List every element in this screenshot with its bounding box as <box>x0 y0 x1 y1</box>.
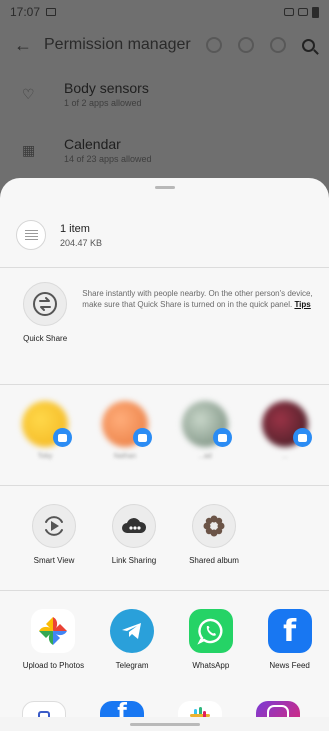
utility-targets: Smart View Link Sharing Shared album <box>0 486 329 590</box>
wifi-icon <box>284 8 294 16</box>
permission-title: Calendar <box>64 136 121 152</box>
telegram-button[interactable]: Telegram <box>93 609 172 701</box>
contact-1[interactable]: Nathan <box>102 401 152 485</box>
quick-share-label: Quick Share <box>23 334 68 343</box>
contact-name: Toby <box>37 453 53 460</box>
whatsapp-icon[interactable] <box>188 609 233 653</box>
file-thumbnail <box>16 220 46 250</box>
permission-subtitle: 1 of 2 apps allowed <box>64 98 142 108</box>
app-label: Smart View <box>33 556 75 565</box>
app-label: News Feed <box>269 661 310 670</box>
contact-name: ...ad <box>198 453 212 460</box>
tips-link[interactable]: Tips <box>294 300 310 309</box>
google-photos-icon[interactable] <box>31 609 76 653</box>
telegram-icon[interactable] <box>110 609 155 653</box>
app-label: Telegram <box>115 661 149 670</box>
contact-2[interactable]: ...ad <box>182 401 232 485</box>
facebook-icon[interactable]: f <box>267 609 312 653</box>
calendar-icon: ▦ <box>22 142 36 158</box>
app-label: Link Sharing <box>111 556 157 565</box>
search-icon[interactable] <box>302 38 315 52</box>
app-label: Upload to Photos <box>22 661 85 670</box>
chat-badge-icon <box>293 428 312 447</box>
contact-0[interactable]: Toby <box>22 401 72 485</box>
navigation-bar <box>0 717 329 731</box>
app-bar: ← Permission manager <box>0 24 329 66</box>
shared-album-icon[interactable] <box>192 504 236 548</box>
whatsapp-button[interactable]: WhatsApp <box>172 609 251 701</box>
status-bar: 17:07 <box>0 0 329 24</box>
page-title: Permission manager <box>44 36 191 53</box>
drag-handle[interactable] <box>154 186 175 189</box>
direct-share-contacts: Toby Nathan ...ad ... <box>0 385 329 485</box>
smart-view-button[interactable]: Smart View <box>14 504 94 590</box>
home-gesture-bar[interactable] <box>129 722 200 726</box>
message-badge-icon <box>53 428 72 447</box>
permission-subtitle: 14 of 23 apps allowed <box>64 154 152 164</box>
upload-to-photos-button[interactable]: Upload to Photos <box>14 609 93 701</box>
app-label: Shared album <box>189 556 239 565</box>
permission-title: Body sensors <box>64 80 149 96</box>
smart-view-icon[interactable] <box>32 504 76 548</box>
contact-name: Nathan <box>113 453 137 460</box>
location-icon[interactable] <box>206 37 222 53</box>
chat-badge-icon <box>213 428 232 447</box>
app-targets: Upload to Photos Telegram WhatsApp f New… <box>0 591 329 701</box>
share-sheet: 1 item 204.47 KB Quick Share Share insta… <box>0 178 329 731</box>
battery-icon <box>312 6 319 18</box>
status-time: 17:07 <box>10 5 41 19</box>
news-feed-button[interactable]: f News Feed <box>250 609 329 701</box>
contact-3[interactable]: ... <box>262 401 312 485</box>
app-label: WhatsApp <box>192 661 230 670</box>
quick-share-icon[interactable] <box>23 282 68 326</box>
signal-icon <box>298 8 308 16</box>
message-badge-icon <box>133 428 152 447</box>
shared-album-button[interactable]: Shared album <box>174 504 254 590</box>
quick-share-button[interactable]: Quick Share <box>18 282 72 384</box>
permission-row-calendar[interactable]: ▦ Calendar 14 of 23 apps allowed <box>0 122 329 178</box>
contact-name: ... <box>282 453 288 460</box>
item-count: 1 item <box>60 222 90 235</box>
gallery-notification-icon <box>46 8 57 16</box>
link-sharing-icon[interactable] <box>112 504 156 548</box>
permission-row-body-sensors[interactable]: ♡ Body sensors 1 of 2 apps allowed <box>0 66 329 122</box>
item-size: 204.47 KB <box>60 237 103 248</box>
settings-icon[interactable] <box>270 37 286 53</box>
quick-share-description-text: Share instantly with people nearby. On t… <box>82 289 313 309</box>
heart-icon: ♡ <box>22 86 35 102</box>
link-sharing-button[interactable]: Link Sharing <box>94 504 174 590</box>
back-arrow-icon[interactable]: ← <box>14 35 32 56</box>
quick-share-section: Quick Share Share instantly with people … <box>0 268 329 384</box>
quick-share-description: Share instantly with people nearby. On t… <box>82 288 315 384</box>
eye-icon[interactable] <box>238 37 254 53</box>
shared-item-summary: 1 item 204.47 KB <box>0 203 329 267</box>
